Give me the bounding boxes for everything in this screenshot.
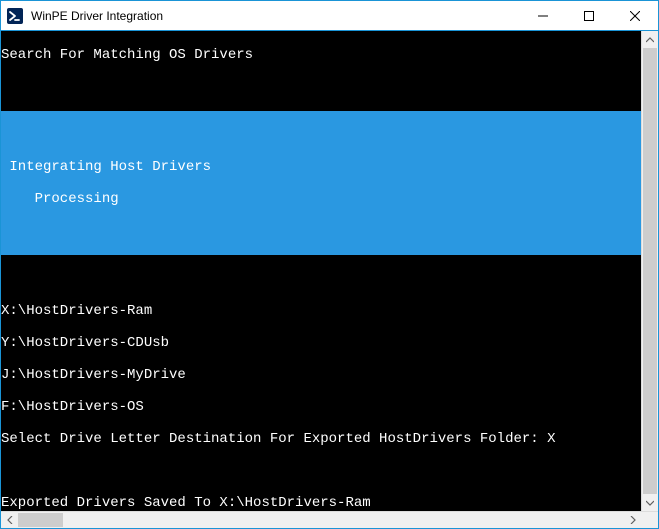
chevron-left-icon: [6, 516, 14, 524]
hscroll-thumb[interactable]: [18, 513, 63, 527]
drive-line: X:\HostDrivers-Ram: [1, 303, 641, 319]
scroll-corner: [641, 512, 658, 528]
chevron-right-icon: [629, 516, 637, 524]
drive-line: J:\HostDrivers-MyDrive: [1, 367, 641, 383]
vscroll-track[interactable]: [642, 48, 658, 494]
maximize-icon: [584, 11, 594, 21]
window-title: WinPE Driver Integration: [29, 9, 520, 23]
blank-line: [1, 271, 641, 287]
window-controls: [520, 1, 658, 30]
select-prompt: Select Drive Letter Destination For Expo…: [1, 431, 641, 447]
search-header: Search For Matching OS Drivers: [1, 47, 641, 63]
app-window: WinPE Driver Integration Search For Matc…: [0, 0, 659, 529]
titlebar[interactable]: WinPE Driver Integration: [1, 1, 658, 31]
banner-status: Processing: [1, 191, 641, 207]
maximize-button[interactable]: [566, 1, 612, 30]
blank-line: [1, 463, 641, 479]
hscroll-track[interactable]: [18, 512, 624, 528]
close-button[interactable]: [612, 1, 658, 30]
scroll-up-arrow[interactable]: [642, 31, 658, 48]
blank-line: [1, 79, 641, 95]
exported-msg: Exported Drivers Saved To X:\HostDrivers…: [1, 495, 641, 511]
blank-line: [1, 127, 641, 143]
horizontal-scrollbar[interactable]: [1, 511, 658, 528]
close-icon: [630, 11, 640, 21]
progress-banner: Integrating Host Drivers Processing: [1, 111, 641, 255]
chevron-up-icon: [646, 36, 654, 44]
vscroll-thumb[interactable]: [643, 48, 657, 494]
drive-line: F:\HostDrivers-OS: [1, 399, 641, 415]
banner-title: Integrating Host Drivers: [1, 159, 641, 175]
minimize-icon: [538, 11, 548, 21]
powershell-icon: [7, 8, 23, 24]
console-output[interactable]: Search For Matching OS Drivers Integrati…: [1, 31, 641, 511]
drive-line: Y:\HostDrivers-CDUsb: [1, 335, 641, 351]
blank-line: [1, 223, 641, 239]
body-wrap: Search For Matching OS Drivers Integrati…: [1, 31, 658, 511]
vertical-scrollbar[interactable]: [641, 31, 658, 511]
scroll-right-arrow[interactable]: [624, 512, 641, 528]
app-icon-slot: [1, 1, 29, 31]
chevron-down-icon: [646, 499, 654, 507]
scroll-left-arrow[interactable]: [1, 512, 18, 528]
minimize-button[interactable]: [520, 1, 566, 30]
scroll-down-arrow[interactable]: [642, 494, 658, 511]
